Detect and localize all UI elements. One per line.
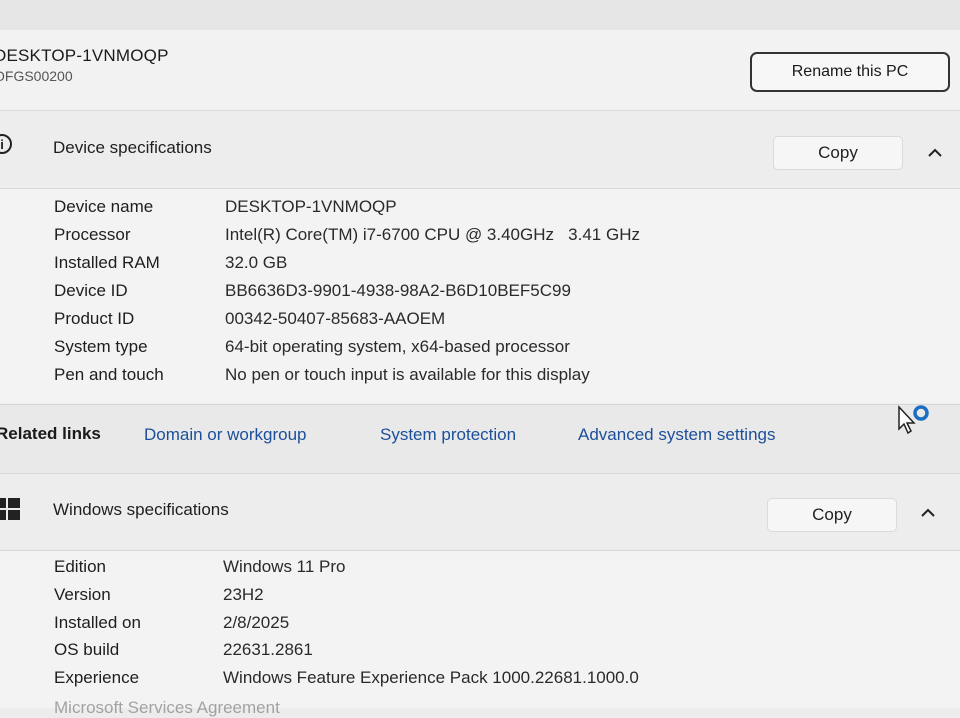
spec-label: Version — [54, 585, 111, 604]
spec-value: 64-bit operating system, x64-based proce… — [225, 337, 570, 356]
chevron-up-icon[interactable] — [920, 508, 936, 518]
pc-name: DESKTOP-1VNMOQP — [0, 46, 169, 65]
related-links-bar: Related links Domain or workgroup System… — [0, 404, 960, 474]
copy-device-specs-button[interactable]: Copy — [773, 136, 903, 170]
domain-or-workgroup-link[interactable]: Domain or workgroup — [144, 425, 307, 445]
spec-label: Installed RAM — [54, 253, 160, 272]
device-specifications-body: Device name DESKTOP-1VNMOQP Processor In… — [0, 189, 960, 403]
device-specifications-header[interactable]: i Device specifications Copy — [0, 112, 960, 189]
spec-value: Intel(R) Core(TM) i7-6700 CPU @ 3.40GHz … — [225, 225, 640, 244]
pc-model: OFGS00200 — [0, 68, 73, 84]
advanced-system-settings-link[interactable]: Advanced system settings — [578, 425, 775, 445]
spec-row-device-name: Device name DESKTOP-1VNMOQP — [0, 197, 960, 225]
spec-value: Windows 11 Pro — [223, 557, 346, 576]
spec-value: 22631.2861 — [223, 640, 313, 659]
spec-row-pen-and-touch: Pen and touch No pen or touch input is a… — [0, 365, 960, 393]
copy-windows-specs-button[interactable]: Copy — [767, 498, 897, 532]
spec-row-processor: Processor Intel(R) Core(TM) i7-6700 CPU … — [0, 225, 960, 253]
spec-value: 2/8/2025 — [223, 613, 290, 632]
spec-row-device-id: Device ID BB6636D3-9901-4938-98A2-B6D10B… — [0, 281, 960, 309]
spec-label: Experience — [54, 668, 140, 687]
windows-logo-icon — [0, 498, 20, 520]
system-protection-link[interactable]: System protection — [380, 425, 516, 445]
windows-specifications-header[interactable]: Windows specifications Copy — [0, 474, 960, 551]
windows-specifications-title: Windows specifications — [53, 500, 229, 519]
spec-row-edition: Edition Windows 11 Pro — [0, 557, 960, 585]
device-specifications-title: Device specifications — [53, 138, 212, 157]
busy-cursor-icon — [898, 405, 929, 435]
spec-label: Installed on — [54, 613, 141, 632]
spec-row-product-id: Product ID 00342-50407-85683-AAOEM — [0, 309, 960, 337]
spec-row-system-type: System type 64-bit operating system, x64… — [0, 337, 960, 365]
spec-row-installed-ram: Installed RAM 32.0 GB — [0, 253, 960, 281]
spec-label: System type — [54, 337, 148, 356]
spec-label: Device ID — [54, 281, 128, 300]
chevron-up-icon[interactable] — [927, 148, 943, 158]
microsoft-services-agreement-link[interactable]: Microsoft Services Agreement — [54, 698, 280, 718]
spec-label: Device name — [54, 197, 154, 216]
spec-label: Processor — [54, 225, 131, 244]
spec-value: 32.0 GB — [225, 253, 288, 272]
related-links-label: Related links — [0, 424, 101, 443]
spec-label: Edition — [54, 557, 106, 576]
spec-label: Pen and touch — [54, 365, 164, 384]
spec-row-os-build: OS build 22631.2861 — [0, 640, 960, 668]
top-strip — [0, 0, 960, 30]
pc-name-card: DESKTOP-1VNMOQP OFGS00200 Rename this PC — [0, 30, 960, 111]
spec-value: BB6636D3-9901-4938-98A2-B6D10BEF5C99 — [225, 281, 571, 300]
spec-row-version: Version 23H2 — [0, 585, 960, 613]
spec-value: 23H2 — [223, 585, 264, 604]
spec-value: No pen or touch input is available for t… — [225, 365, 590, 384]
spec-row-experience: Experience Windows Feature Experience Pa… — [0, 668, 960, 696]
spec-value: DESKTOP-1VNMOQP — [225, 197, 397, 216]
rename-pc-button[interactable]: Rename this PC — [750, 52, 950, 92]
spec-value: Windows Feature Experience Pack 1000.226… — [223, 668, 639, 687]
windows-specifications-body: Edition Windows 11 Pro Version 23H2 Inst… — [0, 551, 960, 708]
spec-label: Product ID — [54, 309, 135, 328]
spec-value: 00342-50407-85683-AAOEM — [225, 309, 446, 328]
info-icon: i — [0, 134, 12, 154]
spec-label: OS build — [54, 640, 120, 659]
spec-row-installed-on: Installed on 2/8/2025 — [0, 613, 960, 641]
